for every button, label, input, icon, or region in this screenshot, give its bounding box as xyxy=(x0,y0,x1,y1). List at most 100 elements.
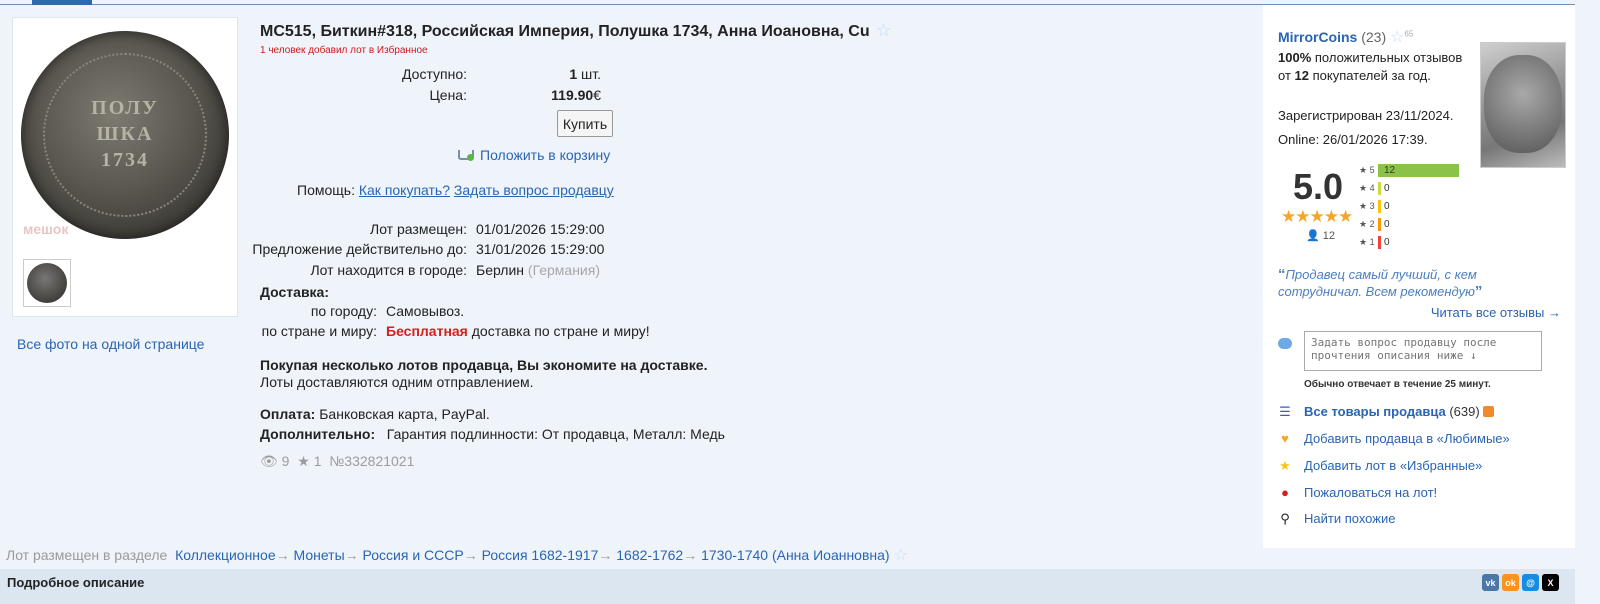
available-unit: шт. xyxy=(577,66,601,82)
seller-header: MirrorCoins (23) ☆65 xyxy=(1278,27,1413,47)
breadcrumb-separator: → xyxy=(463,547,482,563)
seller-rating: 5.0 xyxy=(1293,166,1344,207)
lot-stats: 👁 9 ★ 1 №332821021 xyxy=(260,453,414,470)
open-quote-icon: “ xyxy=(1278,266,1286,283)
breadcrumb-item[interactable]: Коллекционное xyxy=(175,547,276,563)
multi-lot-note: Покупая несколько лотов продавца, Вы эко… xyxy=(260,357,708,373)
x-icon[interactable]: X xyxy=(1542,574,1559,591)
rating-bar-label: ★ 3 xyxy=(1359,201,1375,211)
response-time-note: Обычно отвечает в течение 25 минут. xyxy=(1304,379,1491,390)
seller-avatar[interactable] xyxy=(1480,42,1566,168)
add-favorite-seller-link[interactable]: ♥ Добавить продавца в «Любимые» xyxy=(1278,431,1510,446)
payment-value: Банковская карта, PayPal. xyxy=(315,406,490,422)
available-value: 1 шт. xyxy=(569,66,601,82)
seller-positive: 100% положительных отзывов от 12 покупат… xyxy=(1278,49,1478,85)
positive-buyers: 12 xyxy=(1294,68,1309,83)
rating-people: 👤 12 xyxy=(1306,229,1335,242)
heart-icon: ♥ xyxy=(1281,431,1289,446)
seller-quote: “Продавец самый лучший, с кем сотруднича… xyxy=(1278,266,1558,300)
quote-text: Продавец самый лучший, с кем сотрудничал… xyxy=(1278,267,1477,299)
valid-until-value: 31/01/2026 15:29:00 xyxy=(476,241,605,257)
delivery-heading: Доставка: xyxy=(260,284,330,300)
coin-image: ПОЛУ ШКА 1734 xyxy=(21,31,229,239)
positive-percent: 100% xyxy=(1278,50,1312,65)
single-shipment-note: Лоты доставляются одним отправлением. xyxy=(260,374,534,390)
star-icon: ★ xyxy=(1279,458,1291,473)
how-to-buy-link[interactable]: Как покупать? xyxy=(359,182,450,198)
lot-title: MC515, Биткин#318, Российская Империя, П… xyxy=(260,20,892,41)
find-similar-link[interactable]: ⚲ Найти похожие xyxy=(1278,511,1395,527)
breadcrumb-item[interactable]: 1682-1762 xyxy=(616,547,683,563)
photo-thumbnail[interactable] xyxy=(23,259,71,307)
alert-icon: ● xyxy=(1281,485,1289,500)
mailru-icon[interactable]: @ xyxy=(1522,574,1539,591)
read-all-reviews-link[interactable]: Читать все отзывы → xyxy=(1431,305,1561,320)
available-label: Доступно: xyxy=(402,66,467,82)
positive-tail: покупателей за год. xyxy=(1308,68,1431,83)
rating-bar-count: 0 xyxy=(1384,201,1390,212)
extra-row: Дополнительно: Гарантия подлинности: От … xyxy=(260,426,725,442)
rss-icon[interactable] xyxy=(1482,406,1494,417)
complain-label: Пожаловаться на лот! xyxy=(1304,485,1438,500)
seller-review-count: (23) xyxy=(1361,29,1387,45)
chat-icon xyxy=(1278,338,1292,349)
delivery-world-text: доставка по стране и миру! xyxy=(467,323,650,339)
main-photo[interactable]: ПОЛУ ШКА 1734 мешок xyxy=(13,18,237,252)
breadcrumb-item[interactable]: Россия 1682-1917 xyxy=(482,547,599,563)
all-goods-count: (639) xyxy=(1449,404,1480,419)
delivery-world-value: Бесплатная доставка по стране и миру! xyxy=(386,323,650,339)
price-label: Цена: xyxy=(429,87,467,103)
lot-number: №332821021 xyxy=(329,453,415,469)
rating-people-count: 12 xyxy=(1322,230,1336,242)
add-to-cart-label: Положить в корзину xyxy=(480,147,611,163)
all-goods-label: Все товары продавца xyxy=(1304,404,1446,419)
person-icon: 👤 xyxy=(1306,230,1320,242)
help-label: Помощь: xyxy=(297,182,355,198)
seller-online: Online: 26/01/2026 17:39. xyxy=(1278,132,1428,147)
add-favorite-lot-link[interactable]: ★ Добавить лот в «Избранные» xyxy=(1278,458,1482,474)
ask-seller-input[interactable] xyxy=(1304,331,1542,371)
breadcrumb-item[interactable]: Россия и СССР xyxy=(363,547,464,563)
cart-icon xyxy=(458,148,474,162)
seller-star-count: 65 xyxy=(1404,29,1414,39)
ask-seller-link[interactable]: Задать вопрос продавцу xyxy=(454,182,614,198)
buy-button[interactable]: Купить xyxy=(557,110,613,137)
city-name: Берлин xyxy=(476,262,525,278)
breadcrumb-separator: → xyxy=(683,547,702,563)
rating-bar xyxy=(1378,182,1381,195)
breadcrumb-item[interactable]: Монеты xyxy=(294,547,345,563)
complain-link[interactable]: ● Пожаловаться на лот! xyxy=(1278,485,1437,500)
all-goods-link[interactable]: ☰ Все товары продавца (639) xyxy=(1278,404,1494,420)
section-favorite-star-icon[interactable]: ☆ xyxy=(893,547,907,564)
views-icon: 👁 xyxy=(260,453,278,469)
share-buttons: vk ok @ X xyxy=(1482,574,1559,591)
favs-count: 1 xyxy=(313,453,322,469)
favorites-note: 1 человек добавил лот в Избранное xyxy=(260,45,428,56)
add-favorite-lot-label: Добавить лот в «Избранные» xyxy=(1304,458,1483,473)
rating-bar-label: ★ 2 xyxy=(1359,219,1375,229)
avatar-coin-image xyxy=(1484,55,1562,153)
description-title: Подробное описание xyxy=(7,575,145,590)
list-icon: ☰ xyxy=(1279,404,1291,419)
breadcrumb: Лот размещен в разделе Коллекционное→ Мо… xyxy=(6,545,908,565)
add-to-cart-link[interactable]: Положить в корзину xyxy=(458,147,610,163)
payment-label: Оплата: xyxy=(260,406,316,422)
rating-bar-count: 12 xyxy=(1384,165,1396,176)
rating-bar-label: ★ 1 xyxy=(1359,237,1375,247)
add-favorite-seller-label: Добавить продавца в «Любимые» xyxy=(1304,431,1510,446)
all-photos-link[interactable]: Все фото на одной странице xyxy=(17,336,204,352)
vk-icon[interactable]: vk xyxy=(1482,574,1499,591)
rating-bar xyxy=(1378,200,1381,213)
delivery-world-label: по стране и миру: xyxy=(261,323,377,339)
lot-info: MC515, Биткин#318, Российская Империя, П… xyxy=(252,0,1250,530)
rating-bar-count: 0 xyxy=(1384,183,1390,194)
breadcrumb-separator: → xyxy=(344,547,363,563)
favorite-star-icon[interactable]: ☆ xyxy=(876,20,892,40)
ok-icon[interactable]: ok xyxy=(1502,574,1519,591)
breadcrumb-item[interactable]: 1730-1740 (Анна Иоанновна) xyxy=(701,547,889,563)
seller-name-link[interactable]: MirrorCoins xyxy=(1278,29,1357,45)
lot-title-text: MC515, Биткин#318, Российская Империя, П… xyxy=(260,23,870,40)
placed-value: 01/01/2026 15:29:00 xyxy=(476,221,605,237)
help-row: Помощь: Как покупать? Задать вопрос прод… xyxy=(297,182,614,198)
city-value: Берлин (Германия) xyxy=(476,262,600,278)
